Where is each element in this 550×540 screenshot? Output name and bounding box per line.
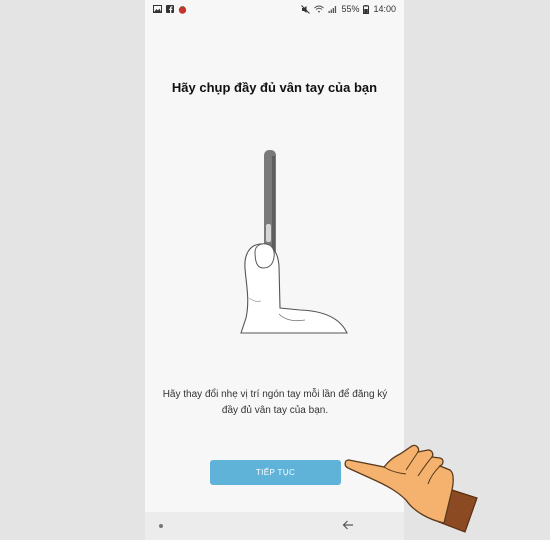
- tomato-icon: [178, 5, 187, 14]
- fingerprint-sensor-illustration: [240, 150, 348, 334]
- facebook-icon: [166, 5, 174, 13]
- instruction-text: Hãy thay đổi nhẹ vị trí ngón tay mỗi lần…: [162, 389, 388, 416]
- fingerprint-sensor: [266, 224, 271, 242]
- mute-icon: [301, 4, 311, 14]
- wifi-icon: [314, 5, 325, 13]
- page-title: Hãy chụp đầy đủ vân tay của bạn: [171, 80, 378, 95]
- status-bar: 55% 14:00: [145, 0, 404, 18]
- clock-time: 14:00: [373, 4, 396, 14]
- pointing-hand-icon: [344, 444, 478, 533]
- image-icon: [153, 5, 162, 13]
- fingernail: [254, 243, 275, 269]
- battery-percent: 55%: [341, 4, 360, 14]
- continue-button[interactable]: TIẾP TỤC: [210, 460, 341, 485]
- phone-side-highlight: [272, 156, 275, 250]
- battery-icon: [363, 4, 370, 14]
- signal-icon: [328, 6, 337, 13]
- nav-dot-icon[interactable]: [159, 524, 163, 528]
